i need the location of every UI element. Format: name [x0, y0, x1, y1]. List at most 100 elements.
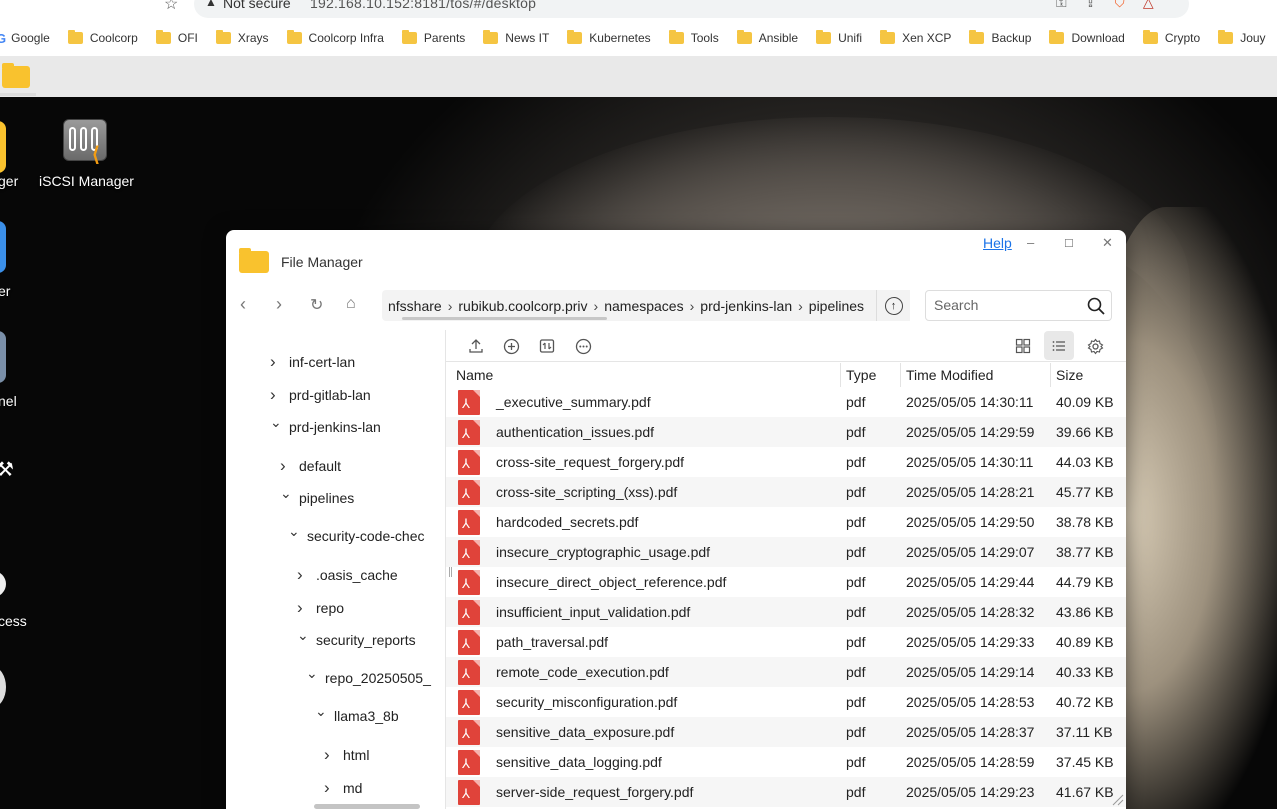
column-header-name[interactable]: Name — [456, 367, 493, 383]
wrench-icon[interactable]: ⚒ — [0, 457, 14, 482]
tree-item[interactable]: llama3_8b — [315, 707, 399, 724]
bookmark-jouy[interactable]: Jouy — [1218, 30, 1266, 45]
tree-item-partial[interactable]: - — [316, 330, 321, 336]
chevron-right-icon[interactable] — [270, 352, 282, 372]
maximize-icon[interactable]: ☐ — [1064, 237, 1074, 250]
breadcrumb-item[interactable]: nfsshare — [388, 298, 442, 314]
file-row[interactable]: insecure_cryptographic_usage.pdf pdf 2025/… — [446, 537, 1126, 567]
column-header-size[interactable]: Size — [1056, 367, 1083, 383]
file-row[interactable]: server-side_request_forgery.pdf pdf 2025/0… — [446, 777, 1126, 807]
minimize-icon[interactable]: – — [1027, 235, 1034, 250]
desktop-icon-label[interactable]: cess — [0, 613, 27, 629]
file-row[interactable]: cross-site_request_forgery.pdf pdf 2025/05… — [446, 447, 1126, 477]
refresh-icon[interactable]: ↻ — [310, 295, 323, 315]
chevron-right-icon[interactable] — [270, 385, 282, 405]
list-view-icon[interactable] — [1049, 336, 1069, 356]
chevron-down-icon[interactable] — [306, 669, 318, 686]
help-link[interactable]: Help — [983, 235, 1012, 251]
breadcrumb-item[interactable]: rubikub.coolcorp.priv — [458, 298, 587, 314]
chevron-down-icon[interactable] — [288, 527, 300, 544]
security-label[interactable]: Not secure — [223, 0, 291, 11]
grid-view-icon[interactable] — [1013, 336, 1033, 356]
tree-item[interactable]: pipelines — [280, 489, 354, 506]
tree-scrollbar[interactable] — [314, 804, 420, 809]
bookmark-ofi[interactable]: OFI — [155, 30, 198, 45]
column-header-time[interactable]: Time Modified — [906, 367, 993, 383]
chevron-right-icon[interactable] — [324, 778, 336, 798]
column-header-type[interactable]: Type — [846, 367, 876, 383]
forward-icon[interactable]: › — [276, 294, 282, 315]
file-row[interactable]: authentication_issues.pdf pdf 2025/05/05 1… — [446, 417, 1126, 447]
new-folder-icon[interactable] — [501, 336, 521, 356]
bookmark-crypto[interactable]: Crypto — [1142, 30, 1200, 45]
bookmark-unifi[interactable]: Unifi — [816, 30, 862, 45]
window-titlebar[interactable]: File Manager Help – ☐ ✕ — [226, 230, 1126, 282]
breadcrumb-scrollbar[interactable] — [402, 317, 607, 320]
chevron-down-icon[interactable] — [297, 631, 309, 648]
bookmark-xrays[interactable]: Xrays — [215, 30, 269, 45]
key-icon[interactable]: ⚿ — [1056, 0, 1067, 11]
desktop-icon-label[interactable]: nel — [0, 393, 17, 409]
file-row[interactable]: security_misconfiguration.pdf pdf 2025/05/… — [446, 687, 1126, 717]
tree-item[interactable]: .oasis_cache — [297, 565, 398, 585]
chevron-right-icon[interactable] — [280, 456, 292, 476]
column-divider[interactable] — [840, 363, 841, 387]
search-field[interactable] — [925, 290, 1112, 321]
share-icon[interactable]: ⇪ — [1085, 0, 1097, 11]
bookmark-tools[interactable]: Tools — [668, 30, 719, 45]
app-icon-yellow[interactable] — [0, 121, 6, 173]
breadcrumb-item[interactable]: prd-jenkins-lan — [700, 298, 792, 314]
tree-item[interactable]: html — [324, 745, 369, 765]
bookmark-google[interactable]: G Google — [0, 31, 50, 46]
bookmark-ansible[interactable]: Ansible — [736, 30, 798, 45]
bookmark-parents[interactable]: Parents — [401, 30, 465, 45]
go-up-button[interactable]: ↑ — [876, 290, 910, 321]
tree-item[interactable]: inf-cert-lan — [270, 352, 355, 372]
file-row[interactable]: remote_code_execution.pdf pdf 2025/05/05 1… — [446, 657, 1126, 687]
resize-grip-icon[interactable] — [1110, 792, 1124, 806]
settings-gear-icon[interactable] — [1085, 336, 1105, 356]
chevron-right-icon[interactable] — [297, 565, 309, 585]
more-options-icon[interactable] — [573, 336, 593, 356]
app-icon-blue[interactable] — [0, 221, 6, 273]
back-icon[interactable]: ‹ — [240, 294, 246, 315]
chevron-right-icon[interactable] — [297, 598, 309, 618]
file-row[interactable]: insufficient_input_validation.pdf pdf 2025… — [446, 597, 1126, 627]
tree-item[interactable]: default — [280, 456, 341, 476]
file-row[interactable]: _executive_summary.pdf pdf 2025/05/05 14:3… — [446, 387, 1126, 417]
tree-item[interactable]: security_reports — [297, 631, 416, 648]
chevron-down-icon[interactable] — [280, 489, 292, 506]
bookmark-kubernetes[interactable]: Kubernetes — [567, 30, 651, 45]
file-row[interactable]: path_traversal.pdf pdf 2025/05/05 14:29:33… — [446, 627, 1126, 657]
breadcrumb-item[interactable]: namespaces — [604, 298, 683, 314]
file-row[interactable]: sensitive_data_exposure.pdf pdf 2025/05/05… — [446, 717, 1126, 747]
tree-item[interactable]: repo — [297, 598, 344, 618]
desktop-icon-label[interactable]: ger — [0, 173, 18, 189]
bookmark-news-it[interactable]: News IT — [483, 30, 549, 45]
tree-item[interactable]: prd-gitlab-lan — [270, 385, 371, 405]
bookmark-xen-xcp[interactable]: Xen XCP — [880, 30, 951, 45]
bookmark-coolcorp[interactable]: Coolcorp — [67, 30, 138, 45]
brave-rewards-icon[interactable]: △ — [1143, 0, 1154, 11]
column-divider[interactable] — [900, 363, 901, 387]
chevron-right-icon[interactable] — [324, 745, 336, 765]
control-panel-icon[interactable] — [0, 331, 6, 383]
bookmark-coolcorp-infra[interactable]: Coolcorp Infra — [286, 30, 384, 45]
search-icon[interactable] — [1086, 296, 1106, 316]
file-manager-taskbar-icon[interactable] — [2, 63, 30, 88]
transfer-icon[interactable] — [537, 336, 557, 356]
close-icon[interactable]: ✕ — [1102, 235, 1113, 251]
app-icon-white[interactable] — [0, 571, 6, 597]
tree-item[interactable]: security-code-chec — [288, 527, 425, 544]
app-icon-sphere[interactable] — [0, 667, 6, 707]
iscsi-manager-label[interactable]: iSCSI Manager — [39, 173, 134, 189]
iscsi-manager-icon[interactable] — [63, 119, 107, 161]
tree-item[interactable]: prd-jenkins-lan — [270, 418, 381, 435]
file-row[interactable]: cross-site_scripting_(xss).pdf pdf 2025/05… — [446, 477, 1126, 507]
file-row[interactable]: insecure_direct_object_reference.pdf pdf 2… — [446, 567, 1126, 597]
tree-item[interactable]: md — [324, 778, 362, 798]
bookmark-download[interactable]: Download — [1049, 30, 1125, 45]
breadcrumb-item[interactable]: pipelines — [809, 298, 864, 314]
warning-icon[interactable]: ▲ — [205, 0, 217, 9]
brave-shield-icon[interactable]: ⛉ — [1114, 0, 1125, 11]
